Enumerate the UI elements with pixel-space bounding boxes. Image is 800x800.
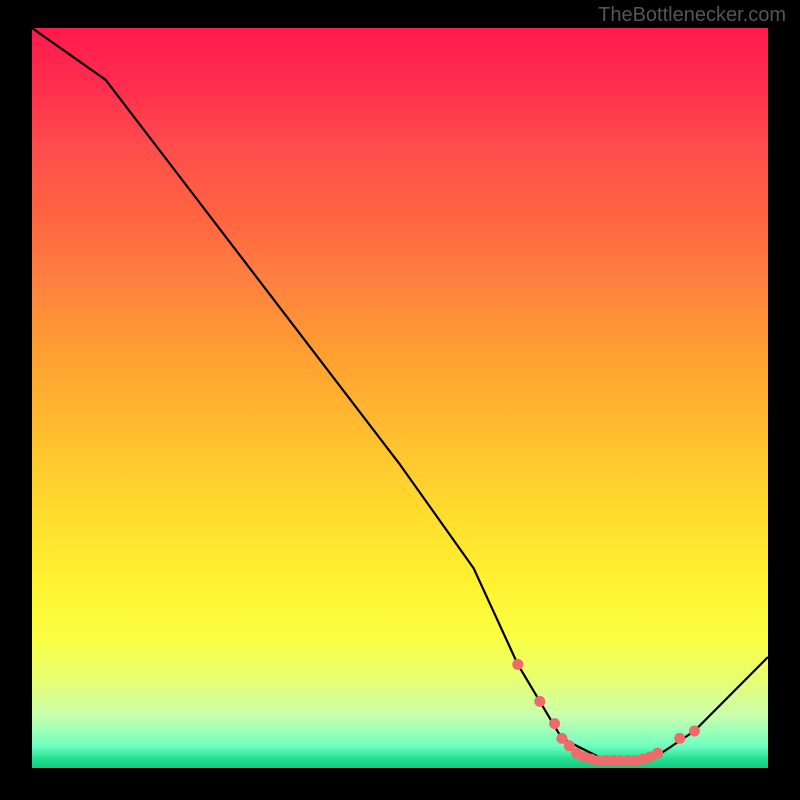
bottleneck-curve: [32, 28, 768, 761]
marker-point: [534, 696, 545, 707]
marker-point: [652, 748, 663, 759]
marker-point: [549, 718, 560, 729]
marker-point: [674, 733, 685, 744]
attribution-text: TheBottlenecker.com: [598, 4, 786, 27]
marker-point: [689, 726, 700, 737]
marker-point: [512, 659, 523, 670]
optimum-markers: [512, 659, 700, 766]
chart-svg: [32, 28, 768, 768]
curve-path: [32, 28, 768, 761]
chart-plot-area: [32, 28, 768, 768]
